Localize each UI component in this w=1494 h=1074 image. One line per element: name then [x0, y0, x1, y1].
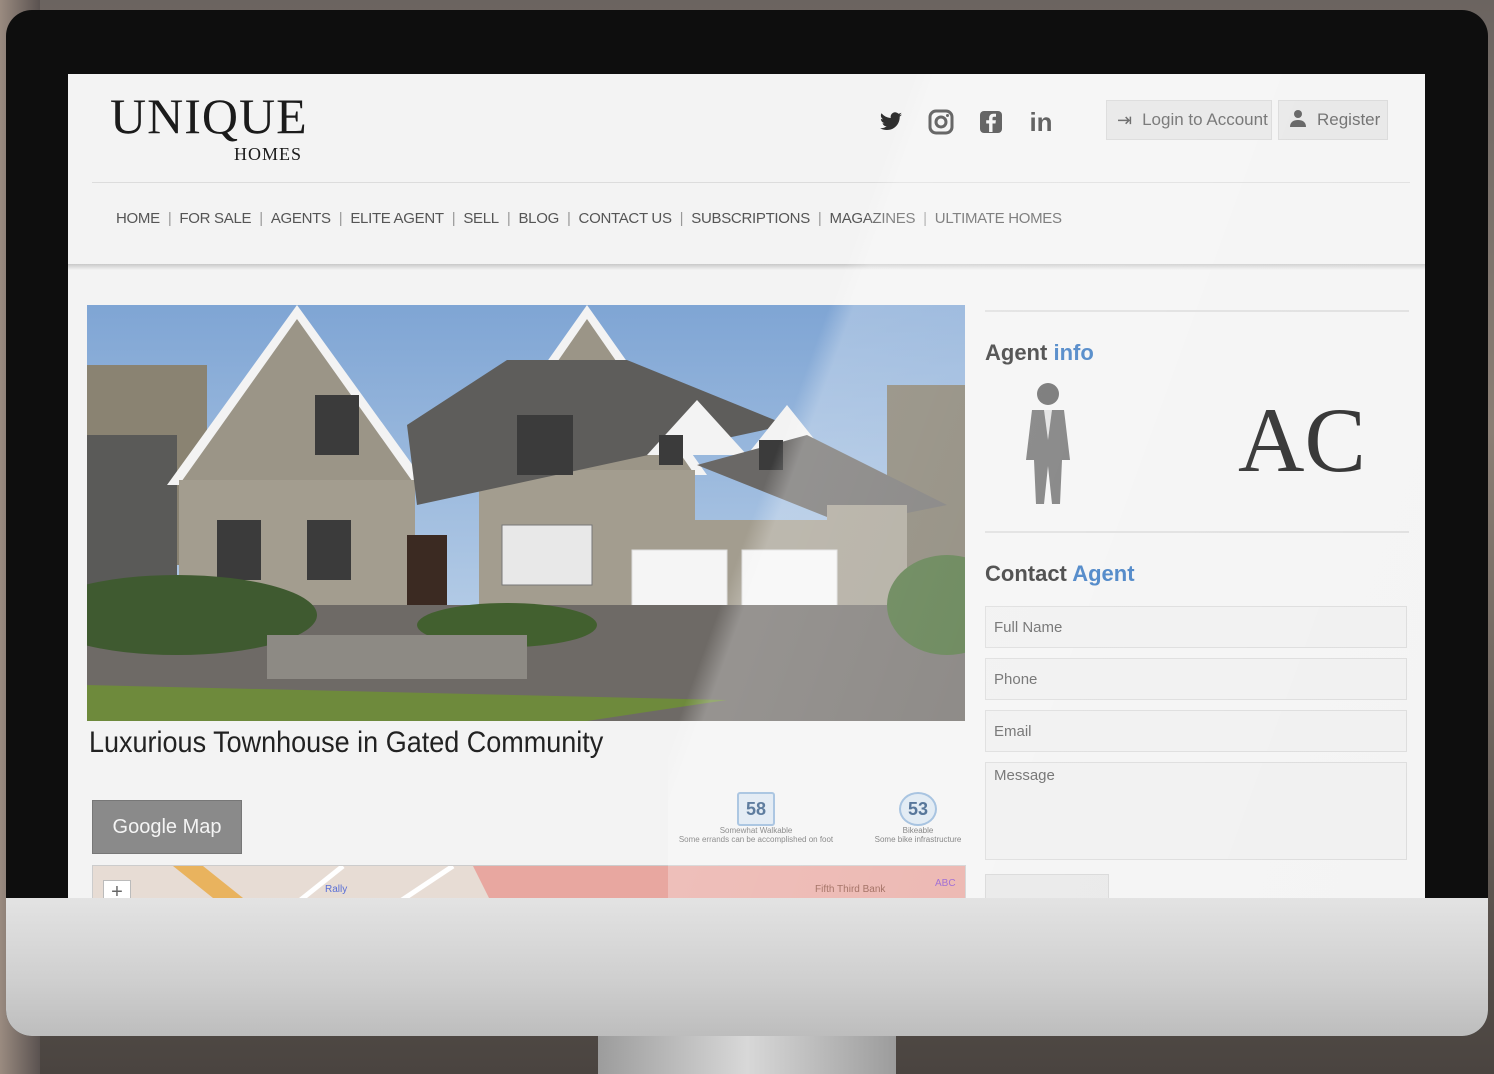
map-label-bank: Fifth Third Bank [815, 884, 886, 895]
full-name-field[interactable]: Full Name [985, 606, 1407, 648]
login-label: Login to Account [1142, 110, 1268, 129]
nav-separator: | [259, 210, 263, 227]
login-button[interactable]: ⇥ Login to Account [1106, 100, 1272, 140]
browser-screen: UNIQUE HOMES in ⇥ Login to Account Regis… [68, 74, 1425, 898]
site-logo[interactable]: UNIQUE HOMES [110, 88, 340, 164]
sidebar-divider-top [985, 310, 1409, 312]
nav-item-home[interactable]: HOME [116, 210, 160, 227]
email-field[interactable]: Email [985, 710, 1407, 752]
bike-score-widget[interactable]: 53 Bikeable Some bike infrastructure [858, 792, 978, 844]
nav-separator: | [923, 210, 927, 227]
facebook-icon[interactable] [976, 106, 1006, 138]
monitor-chin [6, 898, 1488, 1036]
walk-score-value: 58 [737, 792, 775, 826]
sidebar-divider-middle [985, 531, 1409, 533]
nav-item-agents[interactable]: AGENTS [271, 210, 331, 227]
nav-separator: | [817, 210, 822, 227]
agent-info-accent: info [1053, 340, 1094, 365]
nav-separator: | [566, 210, 571, 227]
agent-photo[interactable] [1018, 380, 1078, 504]
nav-divider [68, 264, 1425, 270]
bike-score-label: Bikeable [902, 826, 934, 835]
agent-info-title: Agent [985, 340, 1048, 365]
twitter-icon[interactable] [876, 106, 906, 138]
agent-info-heading: Agent info [985, 340, 1094, 366]
nav-separator: | [506, 210, 511, 227]
contact-title: Contact [985, 561, 1067, 586]
bike-score-value: 53 [899, 792, 937, 826]
linkedin-icon[interactable]: in [1024, 106, 1058, 138]
contact-agent-heading: Contact Agent [985, 561, 1135, 587]
logo-sub-text: HOMES [234, 144, 303, 164]
google-map-button[interactable]: Google Map [92, 800, 242, 854]
main-nav: HOME | FOR SALE | AGENTS | ELITE AGENT |… [116, 210, 1062, 227]
register-button[interactable]: Register [1278, 100, 1388, 140]
walk-score-label: Somewhat Walkable [719, 826, 793, 835]
map-label-rally: Rally [325, 884, 348, 895]
walk-score-desc: Some errands can be accomplished on foot [678, 835, 834, 844]
brokerage-logo: AC [1238, 389, 1366, 491]
nav-item-sell[interactable]: SELL [463, 210, 499, 227]
phone-field[interactable]: Phone [985, 658, 1407, 700]
logo-main-text: UNIQUE [110, 88, 308, 144]
header-divider [92, 182, 1410, 183]
submit-button[interactable] [985, 874, 1109, 898]
contact-accent: Agent [1072, 561, 1135, 586]
listing-photo[interactable] [87, 305, 965, 721]
bike-score-desc: Some bike infrastructure [874, 835, 962, 844]
nav-item-for-sale[interactable]: FOR SALE [179, 210, 251, 227]
nav-separator: | [679, 210, 684, 227]
nav-separator: | [451, 210, 456, 227]
map-label-abc: ABC [935, 878, 956, 889]
listing-title: Luxurious Townhouse in Gated Community [89, 726, 604, 759]
google-map[interactable]: + Rally Fifth Third Bank ABC [92, 865, 966, 898]
nav-item-subscriptions[interactable]: SUBSCRIPTIONS [691, 210, 810, 227]
instagram-icon[interactable] [926, 106, 956, 138]
nav-item-contact-us[interactable]: CONTACT US [579, 210, 672, 227]
nav-item-blog[interactable]: BLOG [518, 210, 559, 227]
monitor-stand [598, 1036, 896, 1074]
nav-item-ultimate-homes[interactable]: ULTIMATE HOMES [935, 210, 1062, 227]
nav-separator: | [167, 210, 172, 227]
nav-item-elite-agent[interactable]: ELITE AGENT [350, 210, 444, 227]
login-icon: ⇥ [1117, 109, 1133, 130]
nav-separator: | [338, 210, 343, 227]
walk-score-widget[interactable]: 58 Somewhat Walkable Some errands can be… [676, 792, 836, 844]
user-icon [1289, 109, 1307, 132]
message-field[interactable]: Message [985, 762, 1407, 860]
monitor-frame: UNIQUE HOMES in ⇥ Login to Account Regis… [6, 10, 1488, 1036]
register-label: Register [1317, 110, 1381, 129]
nav-item-magazines[interactable]: MAGAZINES [830, 210, 916, 227]
map-zoom-in-button[interactable]: + [103, 880, 131, 898]
